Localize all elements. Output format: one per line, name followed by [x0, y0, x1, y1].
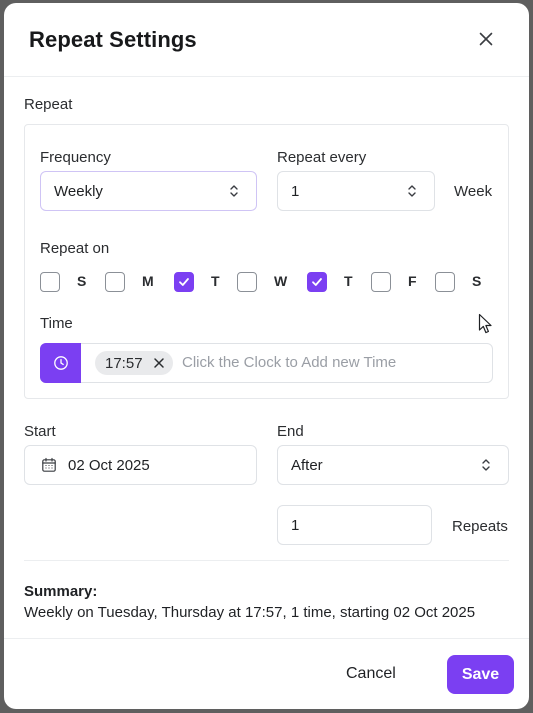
calendar-icon — [42, 457, 56, 472]
start-date-input[interactable]: 02 Oct 2025 — [24, 445, 257, 485]
day-thursday[interactable]: T — [307, 271, 353, 293]
day-checkbox-checked[interactable] — [174, 272, 194, 292]
repeat-every-stepper[interactable]: 1 — [277, 171, 435, 211]
day-checkbox[interactable] — [371, 272, 391, 292]
time-chip: 17:57 — [95, 351, 173, 375]
repeat-section-label: Repeat — [24, 96, 73, 113]
end-value: After — [291, 456, 323, 474]
day-checkbox[interactable] — [40, 272, 60, 292]
chevron-up-down-icon — [230, 185, 238, 197]
day-letter: W — [274, 273, 288, 289]
end-select[interactable]: After — [277, 445, 509, 485]
day-letter: M — [142, 273, 154, 289]
summary-text: Weekly on Tuesday, Thursday at 17:57, 1 … — [24, 604, 476, 621]
day-wednesday[interactable]: W — [237, 271, 287, 293]
dialog-header: Repeat Settings — [4, 3, 529, 77]
frequency-select[interactable]: Weekly — [40, 171, 257, 211]
start-date-value: 02 Oct 2025 — [68, 456, 150, 474]
day-tuesday[interactable]: T — [174, 271, 220, 293]
repeat-settings-dialog: Repeat Settings Repeat Frequency Weekly … — [4, 3, 529, 709]
day-friday[interactable]: F — [371, 271, 417, 293]
time-field[interactable]: 17:57 Click the Clock to Add new Time — [40, 343, 493, 383]
save-button[interactable]: Save — [447, 655, 514, 694]
dialog-title: Repeat Settings — [29, 27, 197, 52]
divider — [24, 560, 509, 561]
check-icon — [312, 278, 322, 286]
day-letter: S — [77, 273, 87, 289]
close-button[interactable] — [474, 27, 498, 51]
repeat-on-label: Repeat on — [40, 240, 110, 257]
frequency-value: Weekly — [54, 182, 103, 200]
repeat-every-unit: Week — [454, 183, 493, 200]
close-icon — [479, 32, 493, 46]
time-placeholder: Click the Clock to Add new Time — [182, 354, 397, 371]
cancel-button[interactable]: Cancel — [346, 665, 396, 683]
chevron-up-down-icon — [482, 459, 490, 471]
day-checkbox[interactable] — [105, 272, 125, 292]
day-letter: T — [344, 273, 353, 289]
repeat-every-value: 1 — [291, 182, 300, 200]
day-saturday[interactable]: S — [435, 271, 481, 293]
time-label: Time — [40, 315, 73, 332]
remove-chip-icon[interactable] — [153, 357, 165, 369]
day-checkbox[interactable] — [435, 272, 455, 292]
time-chip-label: 17:57 — [105, 354, 143, 372]
day-checkbox-checked[interactable] — [307, 272, 327, 292]
add-time-button[interactable] — [40, 343, 81, 383]
repeat-every-label: Repeat every — [277, 149, 367, 166]
day-letter: T — [211, 273, 220, 289]
clock-icon — [53, 356, 68, 370]
chevron-up-down-icon — [408, 185, 416, 197]
repeat-count-input[interactable]: 1 — [277, 505, 432, 545]
repeat-count-unit: Repeats — [452, 518, 508, 535]
start-label: Start — [24, 423, 56, 440]
day-sunday[interactable]: S — [40, 271, 86, 293]
day-letter: F — [408, 273, 417, 289]
day-letter: S — [472, 273, 482, 289]
day-monday[interactable]: M — [105, 271, 154, 293]
frequency-label: Frequency — [40, 149, 111, 166]
dialog-footer: Cancel Save — [4, 638, 529, 709]
summary-label: Summary: — [24, 583, 98, 600]
end-label: End — [277, 423, 304, 440]
check-icon — [179, 278, 189, 286]
day-checkbox[interactable] — [237, 272, 257, 292]
repeat-count-value: 1 — [291, 516, 300, 534]
mouse-pointer-icon — [478, 313, 492, 334]
